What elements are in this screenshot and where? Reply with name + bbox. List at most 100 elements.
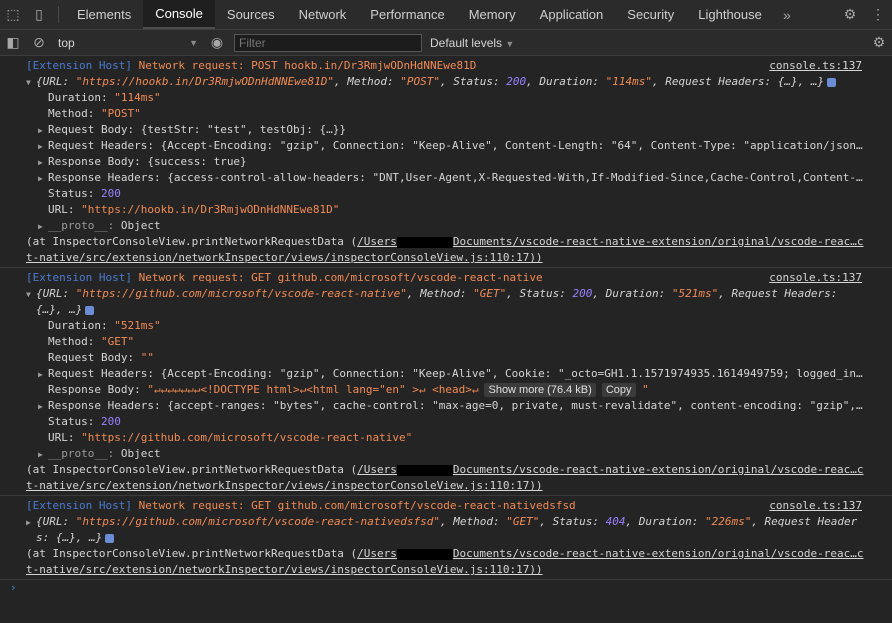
collapsed-triangle-icon[interactable]: ▶ — [38, 447, 48, 462]
property-key: Response Headers: — [48, 171, 161, 184]
object-preview-cont: {…}, …} — [0, 302, 892, 318]
settings-gear-icon[interactable]: ⚙ — [836, 6, 864, 23]
tab-elements[interactable]: Elements — [65, 0, 143, 29]
copy-button[interactable]: Copy — [601, 383, 636, 397]
property-key: Status: — [48, 187, 95, 200]
expanded-triangle-icon[interactable]: ▼ — [26, 75, 36, 90]
message-header: [Extension Host] Network request: POST h… — [0, 58, 892, 74]
redacted-block — [396, 236, 453, 248]
object-property: Response Body: "↵↵↵↵↵↵↵<!DOCTYPE html>↵<… — [0, 382, 892, 398]
collapsed-triangle-icon[interactable]: ▶ — [38, 367, 48, 382]
collapsed-triangle-icon[interactable]: ▶ — [38, 399, 48, 414]
tab-security[interactable]: Security — [615, 0, 686, 29]
property-value: "GET" — [100, 335, 135, 348]
tabbar-divider — [58, 6, 59, 23]
stack-path-link-2[interactable]: Documents/vscode-react-native-extension/… — [453, 547, 864, 560]
prompt-chevron-icon: › — [10, 581, 17, 594]
show-more-button[interactable]: Show more (76.4 kB) — [484, 383, 596, 397]
property-key: URL: — [48, 431, 75, 444]
stack-path-link-3[interactable]: t-native/src/extension/networkInspector/… — [26, 251, 543, 264]
collapsed-triangle-icon[interactable]: ▶ — [38, 139, 48, 154]
tab-sources[interactable]: Sources — [215, 0, 287, 29]
object-property[interactable]: ▶ Response Headers: {accept-ranges: "byte… — [0, 398, 892, 414]
object-property: Duration: "521ms" — [0, 318, 892, 334]
object-property[interactable]: ▶ __proto__: Object — [0, 446, 892, 462]
stack-path-link-3[interactable]: t-native/src/extension/networkInspector/… — [26, 479, 543, 492]
property-value: "" — [140, 351, 154, 364]
object-property: Duration: "114ms" — [0, 90, 892, 106]
console-toolbar: ◧ ⊘ top ▼ ◉ Default levels ▼ ⚙ — [0, 30, 892, 56]
tab-memory[interactable]: Memory — [457, 0, 528, 29]
property-value: 200 — [100, 187, 121, 200]
tab-application[interactable]: Application — [528, 0, 616, 29]
device-toolbar-icon[interactable]: ▯ — [26, 0, 52, 29]
object-property: Status: 200 — [0, 414, 892, 430]
stack-path-link[interactable]: /Users — [357, 463, 397, 476]
property-value: "POST" — [100, 107, 141, 120]
tab-network[interactable]: Network — [287, 0, 359, 29]
inspect-element-icon[interactable]: ⬚ — [0, 0, 26, 29]
collapsed-triangle-icon[interactable]: ▶ — [38, 123, 48, 138]
source-link[interactable]: console.ts:137 — [765, 498, 862, 514]
console-settings-gear-icon[interactable]: ⚙ — [866, 34, 892, 51]
console-prompt[interactable]: › — [0, 580, 892, 596]
object-property: Method: "POST" — [0, 106, 892, 122]
message-header: [Extension Host] Network request: GET gi… — [0, 270, 892, 286]
property-key: __proto__: — [48, 447, 115, 460]
object-preview[interactable]: ▼ {URL: "https://github.com/microsoft/vsc… — [0, 286, 892, 302]
expanded-triangle-icon[interactable]: ▼ — [26, 287, 36, 302]
property-key: Duration: — [48, 319, 108, 332]
clear-console-icon[interactable]: ⊘ — [26, 34, 52, 51]
property-key: Request Body: — [48, 123, 135, 136]
property-value: {accept-ranges: "bytes", cache-control: … — [167, 399, 863, 412]
collapsed-triangle-icon[interactable]: ▶ — [38, 219, 48, 234]
source-link[interactable]: console.ts:137 — [765, 58, 862, 74]
object-property[interactable]: ▶ Response Headers: {access-control-allow… — [0, 170, 892, 186]
log-levels-dropdown[interactable]: Default levels ▼ — [430, 36, 514, 50]
context-selector-label: top — [58, 35, 75, 50]
property-value: Object — [120, 219, 161, 232]
property-key: Method: — [48, 107, 95, 120]
message-summary: Network request: GET github.com/microsof… — [138, 499, 576, 512]
object-property: URL: "https://github.com/microsoft/vscod… — [0, 430, 892, 446]
object-property[interactable]: ▶ Response Body: {success: true} — [0, 154, 892, 170]
stack-line-2: t-native/src/extension/networkInspector/… — [0, 478, 892, 494]
object-property[interactable]: ▶ Request Body: {testStr: "test", testObj… — [0, 122, 892, 138]
console-output: [Extension Host] Network request: POST h… — [0, 56, 892, 596]
property-value: 200 — [100, 415, 121, 428]
tab-lighthouse[interactable]: Lighthouse — [686, 0, 774, 29]
redacted-block — [396, 464, 453, 476]
message-summary: Network request: GET github.com/microsof… — [138, 271, 543, 284]
stack-path-link-2[interactable]: Documents/vscode-react-native-extension/… — [453, 235, 864, 248]
log-levels-arrow-icon: ▼ — [505, 38, 515, 49]
context-selector[interactable]: top ▼ — [52, 36, 204, 50]
more-options-icon[interactable]: ⋮ — [864, 6, 892, 23]
sidebar-toggle-icon[interactable]: ◧ — [0, 34, 26, 51]
tab-console[interactable]: Console — [143, 0, 215, 29]
stack-path-link-3[interactable]: t-native/src/extension/networkInspector/… — [26, 563, 543, 576]
filter-input[interactable] — [234, 33, 422, 52]
object-preview[interactable]: ▼ {URL: "https://hookb.in/Dr3RmjwODnHdNNE… — [0, 74, 892, 90]
collapsed-triangle-icon[interactable]: ▶ — [38, 155, 48, 170]
property-key: Duration: — [48, 91, 108, 104]
collapsed-triangle-icon[interactable]: ▶ — [38, 171, 48, 186]
stack-path-link-2[interactable]: Documents/vscode-react-native-extension/… — [453, 463, 864, 476]
stack-path-link[interactable]: /Users — [357, 235, 397, 248]
info-icon — [105, 533, 115, 543]
stack-line: (at InspectorConsoleView.printNetworkReq… — [26, 547, 864, 560]
more-tabs-chevron-icon[interactable]: » — [774, 0, 800, 29]
tab-performance[interactable]: Performance — [358, 0, 456, 29]
stack-path-link[interactable]: /Users — [357, 547, 397, 560]
object-property[interactable]: ▶ Request Headers: {Accept-Encoding: "gzi… — [0, 366, 892, 382]
property-value: {success: true} — [147, 155, 247, 168]
property-value: "https://hookb.in/Dr3RmjwODnHdNNEwe81D" — [81, 203, 340, 216]
object-preview[interactable]: ▶ {URL: "https://github.com/microsoft/vsc… — [0, 514, 892, 530]
source-link[interactable]: console.ts:137 — [765, 270, 862, 286]
object-property[interactable]: ▶ Request Headers: {Accept-Encoding: "gzi… — [0, 138, 892, 154]
dropdown-arrow-icon: ▼ — [189, 37, 198, 48]
live-expression-eye-icon[interactable]: ◉ — [204, 34, 230, 51]
property-value: {access-control-allow-headers: "DNT,User… — [167, 171, 863, 184]
collapsed-triangle-icon[interactable]: ▶ — [26, 515, 36, 530]
object-property[interactable]: ▶ __proto__: Object — [0, 218, 892, 234]
object-property: Method: "GET" — [0, 334, 892, 350]
